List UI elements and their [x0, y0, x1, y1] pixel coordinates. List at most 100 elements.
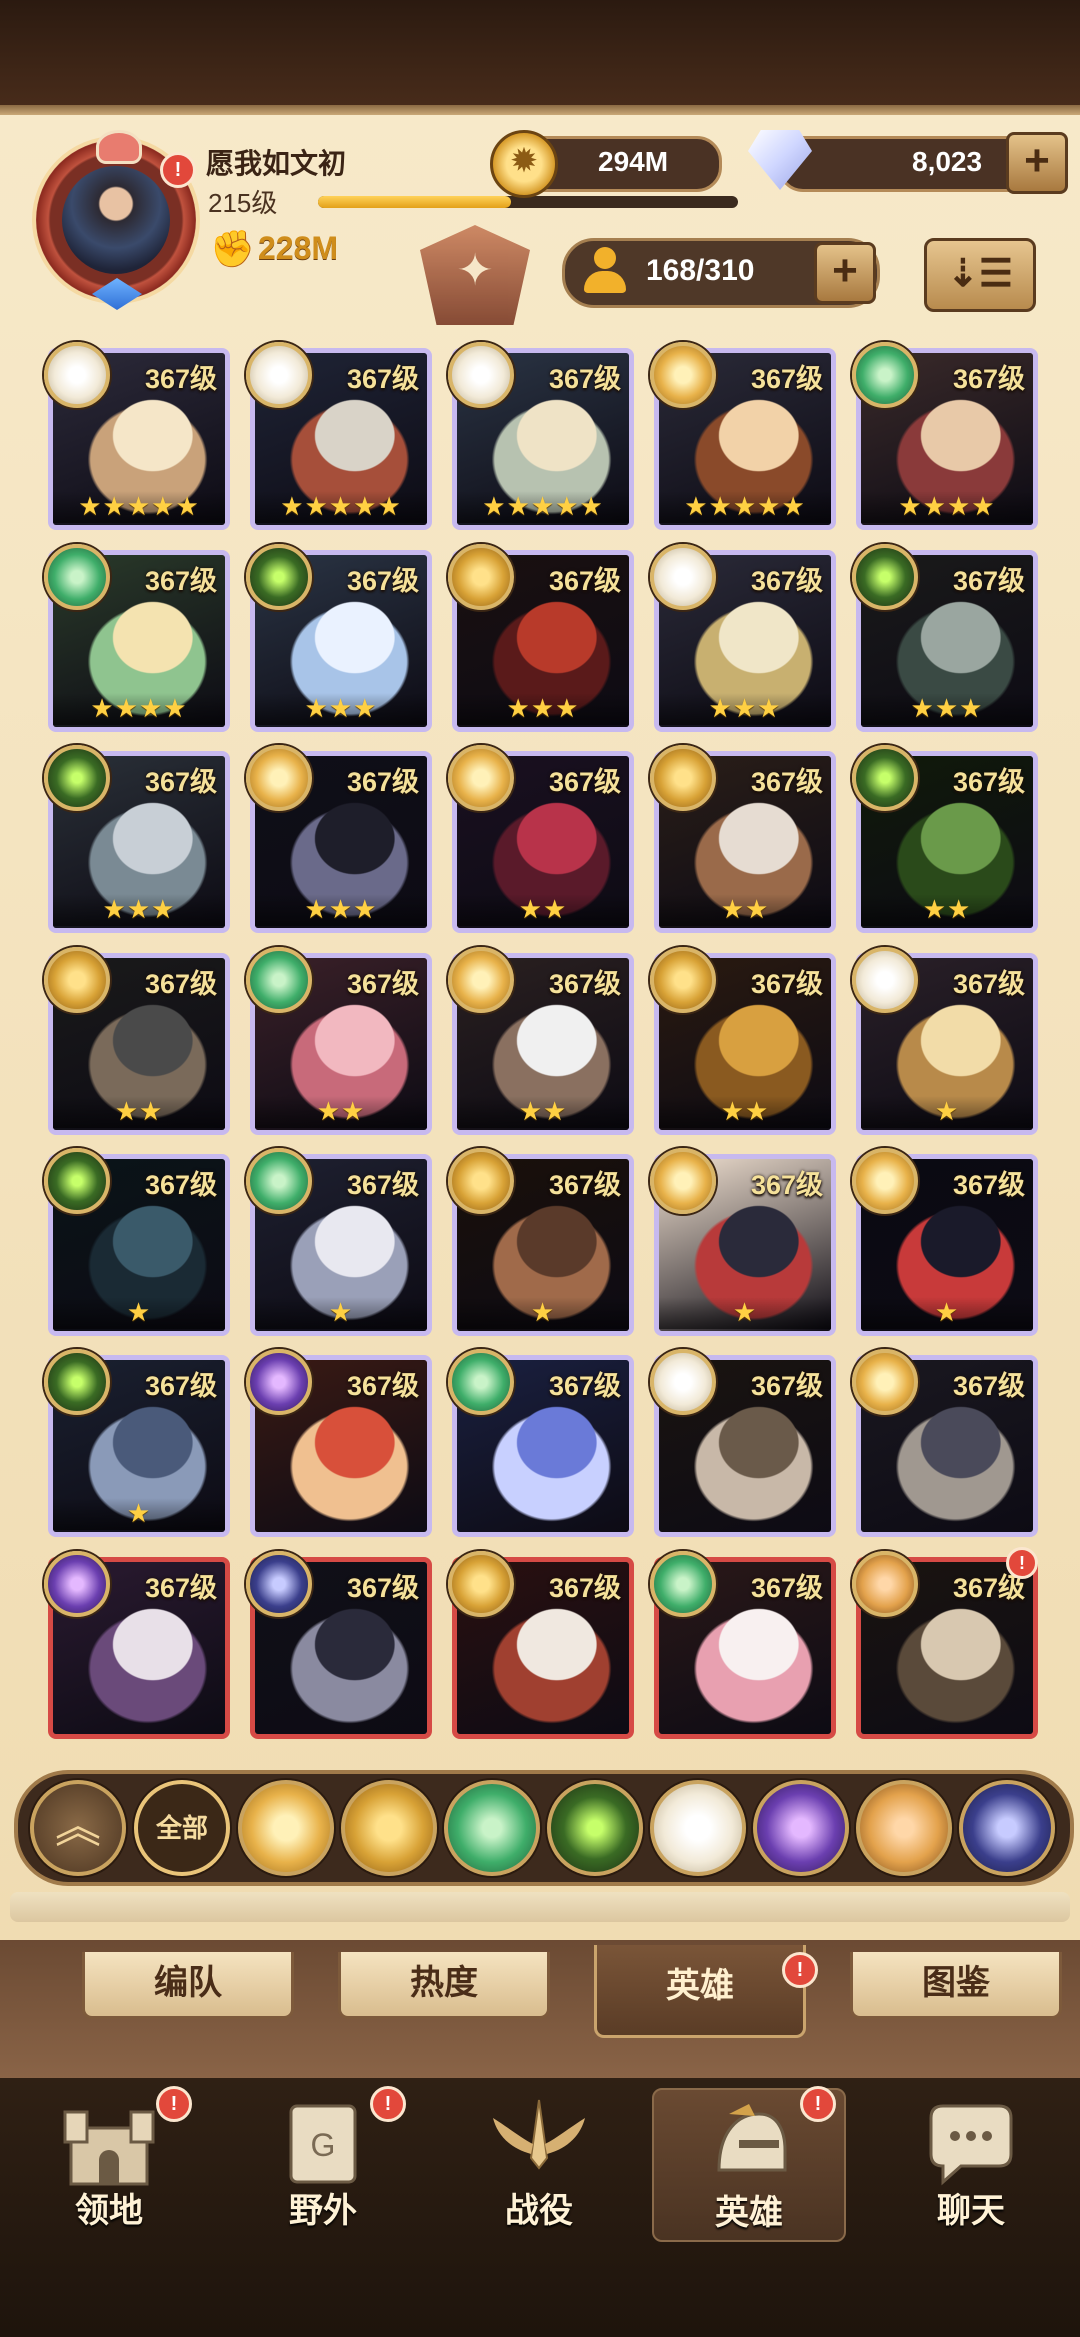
hero-stars: ★★★★★ — [255, 491, 427, 523]
hero-stars: ★★ — [457, 894, 629, 926]
hero-level: 367级 — [144, 767, 217, 797]
castle-icon — [63, 2110, 155, 2186]
hero-level: 367级 — [346, 1170, 419, 1200]
player-avatar[interactable] — [62, 166, 170, 274]
player-name: 愿我如文初 — [206, 148, 347, 179]
mauler-faction-icon — [448, 1148, 514, 1214]
hero-stars: ★★ — [659, 1096, 831, 1128]
hero-level: 367级 — [750, 1371, 823, 1401]
celestial-faction-icon — [44, 342, 110, 408]
hero-stars: ★ — [457, 1297, 629, 1329]
tab-collection[interactable]: 图鉴 — [850, 1952, 1062, 2019]
tab-heroes[interactable]: 英雄 — [594, 1945, 806, 2038]
graveborn-filter-icon[interactable] — [547, 1780, 643, 1876]
hero-stars: ★★★★ — [53, 693, 225, 725]
chat-bubble-icon — [929, 2104, 1013, 2186]
expand-hero-slots-button[interactable]: + — [814, 242, 876, 304]
graveborn-faction-icon — [852, 745, 918, 811]
hero-stars: ★ — [659, 1297, 831, 1329]
hero-level: 367级 — [952, 364, 1025, 394]
nav-wilds-badge: ! — [370, 2086, 406, 2122]
nav-heroes-badge: ! — [800, 2086, 836, 2122]
hero-level: 367级 — [144, 1170, 217, 1200]
hero-stars: ★ — [255, 1297, 427, 1329]
hypogean-filter-icon[interactable] — [753, 1780, 849, 1876]
helmet-icon — [717, 2104, 787, 2172]
hero-level: 367级 — [750, 767, 823, 797]
mauler-faction-icon — [44, 947, 110, 1013]
celestial-faction-icon — [448, 342, 514, 408]
hero-level: 367级 — [144, 566, 217, 596]
hero-stars: ★★★ — [659, 693, 831, 725]
hero-stars: ★ — [53, 1297, 225, 1329]
add-diamonds-button[interactable]: + — [1006, 132, 1068, 194]
nav-campaign[interactable]: 战役 — [444, 2088, 634, 2238]
hero-level: 367级 — [548, 767, 621, 797]
hero-level: 367级 — [750, 364, 823, 394]
hero-stars: ★★ — [457, 1096, 629, 1128]
sort-button[interactable]: ⇣☰ — [924, 238, 1036, 312]
hero-stars: ★★★★★ — [53, 491, 225, 523]
nav-wilds-label: 野外 — [289, 2192, 357, 2230]
player-level: 215级 — [208, 188, 278, 218]
tab-formation[interactable]: 编队 — [82, 1952, 294, 2019]
celestial-filter-icon[interactable] — [650, 1780, 746, 1876]
wilder-faction-icon — [246, 947, 312, 1013]
hero-level: 367级 — [548, 364, 621, 394]
avatar-notification-badge: ! — [160, 152, 196, 188]
hero-level: 367级 — [750, 1170, 823, 1200]
tab-heroes-badge: ! — [782, 1952, 818, 1988]
person-icon — [580, 245, 630, 295]
hero-level: 367级 — [952, 1371, 1025, 1401]
celestial-faction-icon — [852, 947, 918, 1013]
hero-stars: ★★★ — [861, 693, 1033, 725]
wilder-faction-icon — [650, 1551, 716, 1617]
collapse-filter-button[interactable]: ︽ — [30, 1780, 126, 1876]
hero-level: 367级 — [346, 364, 419, 394]
mauler-filter-icon[interactable] — [341, 1780, 437, 1876]
hero-level: 367级 — [750, 969, 823, 999]
lightbearer-faction-icon — [650, 342, 716, 408]
fist-power-icon: ✊ — [210, 228, 255, 269]
xp-bar — [318, 196, 738, 208]
mauler-faction-icon — [448, 1551, 514, 1617]
filter-all-button[interactable]: 全部 — [134, 1780, 230, 1876]
celestial-faction-icon — [650, 544, 716, 610]
hero-level: 367级 — [346, 969, 419, 999]
hero-level: 367级 — [952, 969, 1025, 999]
lightbearer-filter-icon[interactable] — [238, 1780, 334, 1876]
hero-level: 367级 — [144, 1371, 217, 1401]
hero-notification-badge: ! — [1006, 1547, 1038, 1579]
hero-level: 367级 — [952, 1170, 1025, 1200]
wilder-filter-icon[interactable] — [444, 1780, 540, 1876]
dimensional-filter-icon[interactable] — [856, 1780, 952, 1876]
team-power: 228M — [258, 230, 339, 266]
graveborn-faction-icon — [246, 544, 312, 610]
void-filter-icon[interactable] — [959, 1780, 1055, 1876]
sword-wings-icon — [493, 2099, 585, 2170]
graveborn-faction-icon — [44, 1349, 110, 1415]
hero-level: 367级 — [346, 767, 419, 797]
diamond-amount: 8,023 — [912, 146, 983, 177]
hero-level: 367级 — [346, 1573, 419, 1603]
celestial-faction-icon — [650, 1349, 716, 1415]
hero-level: 367级 — [548, 566, 621, 596]
nav-chat[interactable]: 聊天 — [876, 2088, 1066, 2238]
mauler-faction-icon — [650, 947, 716, 1013]
hero-level: 367级 — [144, 364, 217, 394]
hero-stars: ★★★ — [457, 693, 629, 725]
nav-chat-label: 聊天 — [937, 2192, 1005, 2230]
hero-stars: ★★ — [861, 894, 1033, 926]
nav-territory-label: 领地 — [75, 2192, 143, 2230]
wilder-faction-icon — [448, 1349, 514, 1415]
hero-stars: ★★ — [53, 1096, 225, 1128]
tab-popularity[interactable]: 热度 — [338, 1952, 550, 2019]
graveborn-faction-icon — [852, 544, 918, 610]
hero-stars: ★ — [861, 1297, 1033, 1329]
hero-level: 367级 — [346, 1371, 419, 1401]
hero-level: 367级 — [750, 566, 823, 596]
wilder-faction-icon — [44, 544, 110, 610]
svg-text:G: G — [311, 2127, 336, 2163]
hero-stars: ★ — [53, 1498, 225, 1530]
mauler-faction-icon — [448, 544, 514, 610]
